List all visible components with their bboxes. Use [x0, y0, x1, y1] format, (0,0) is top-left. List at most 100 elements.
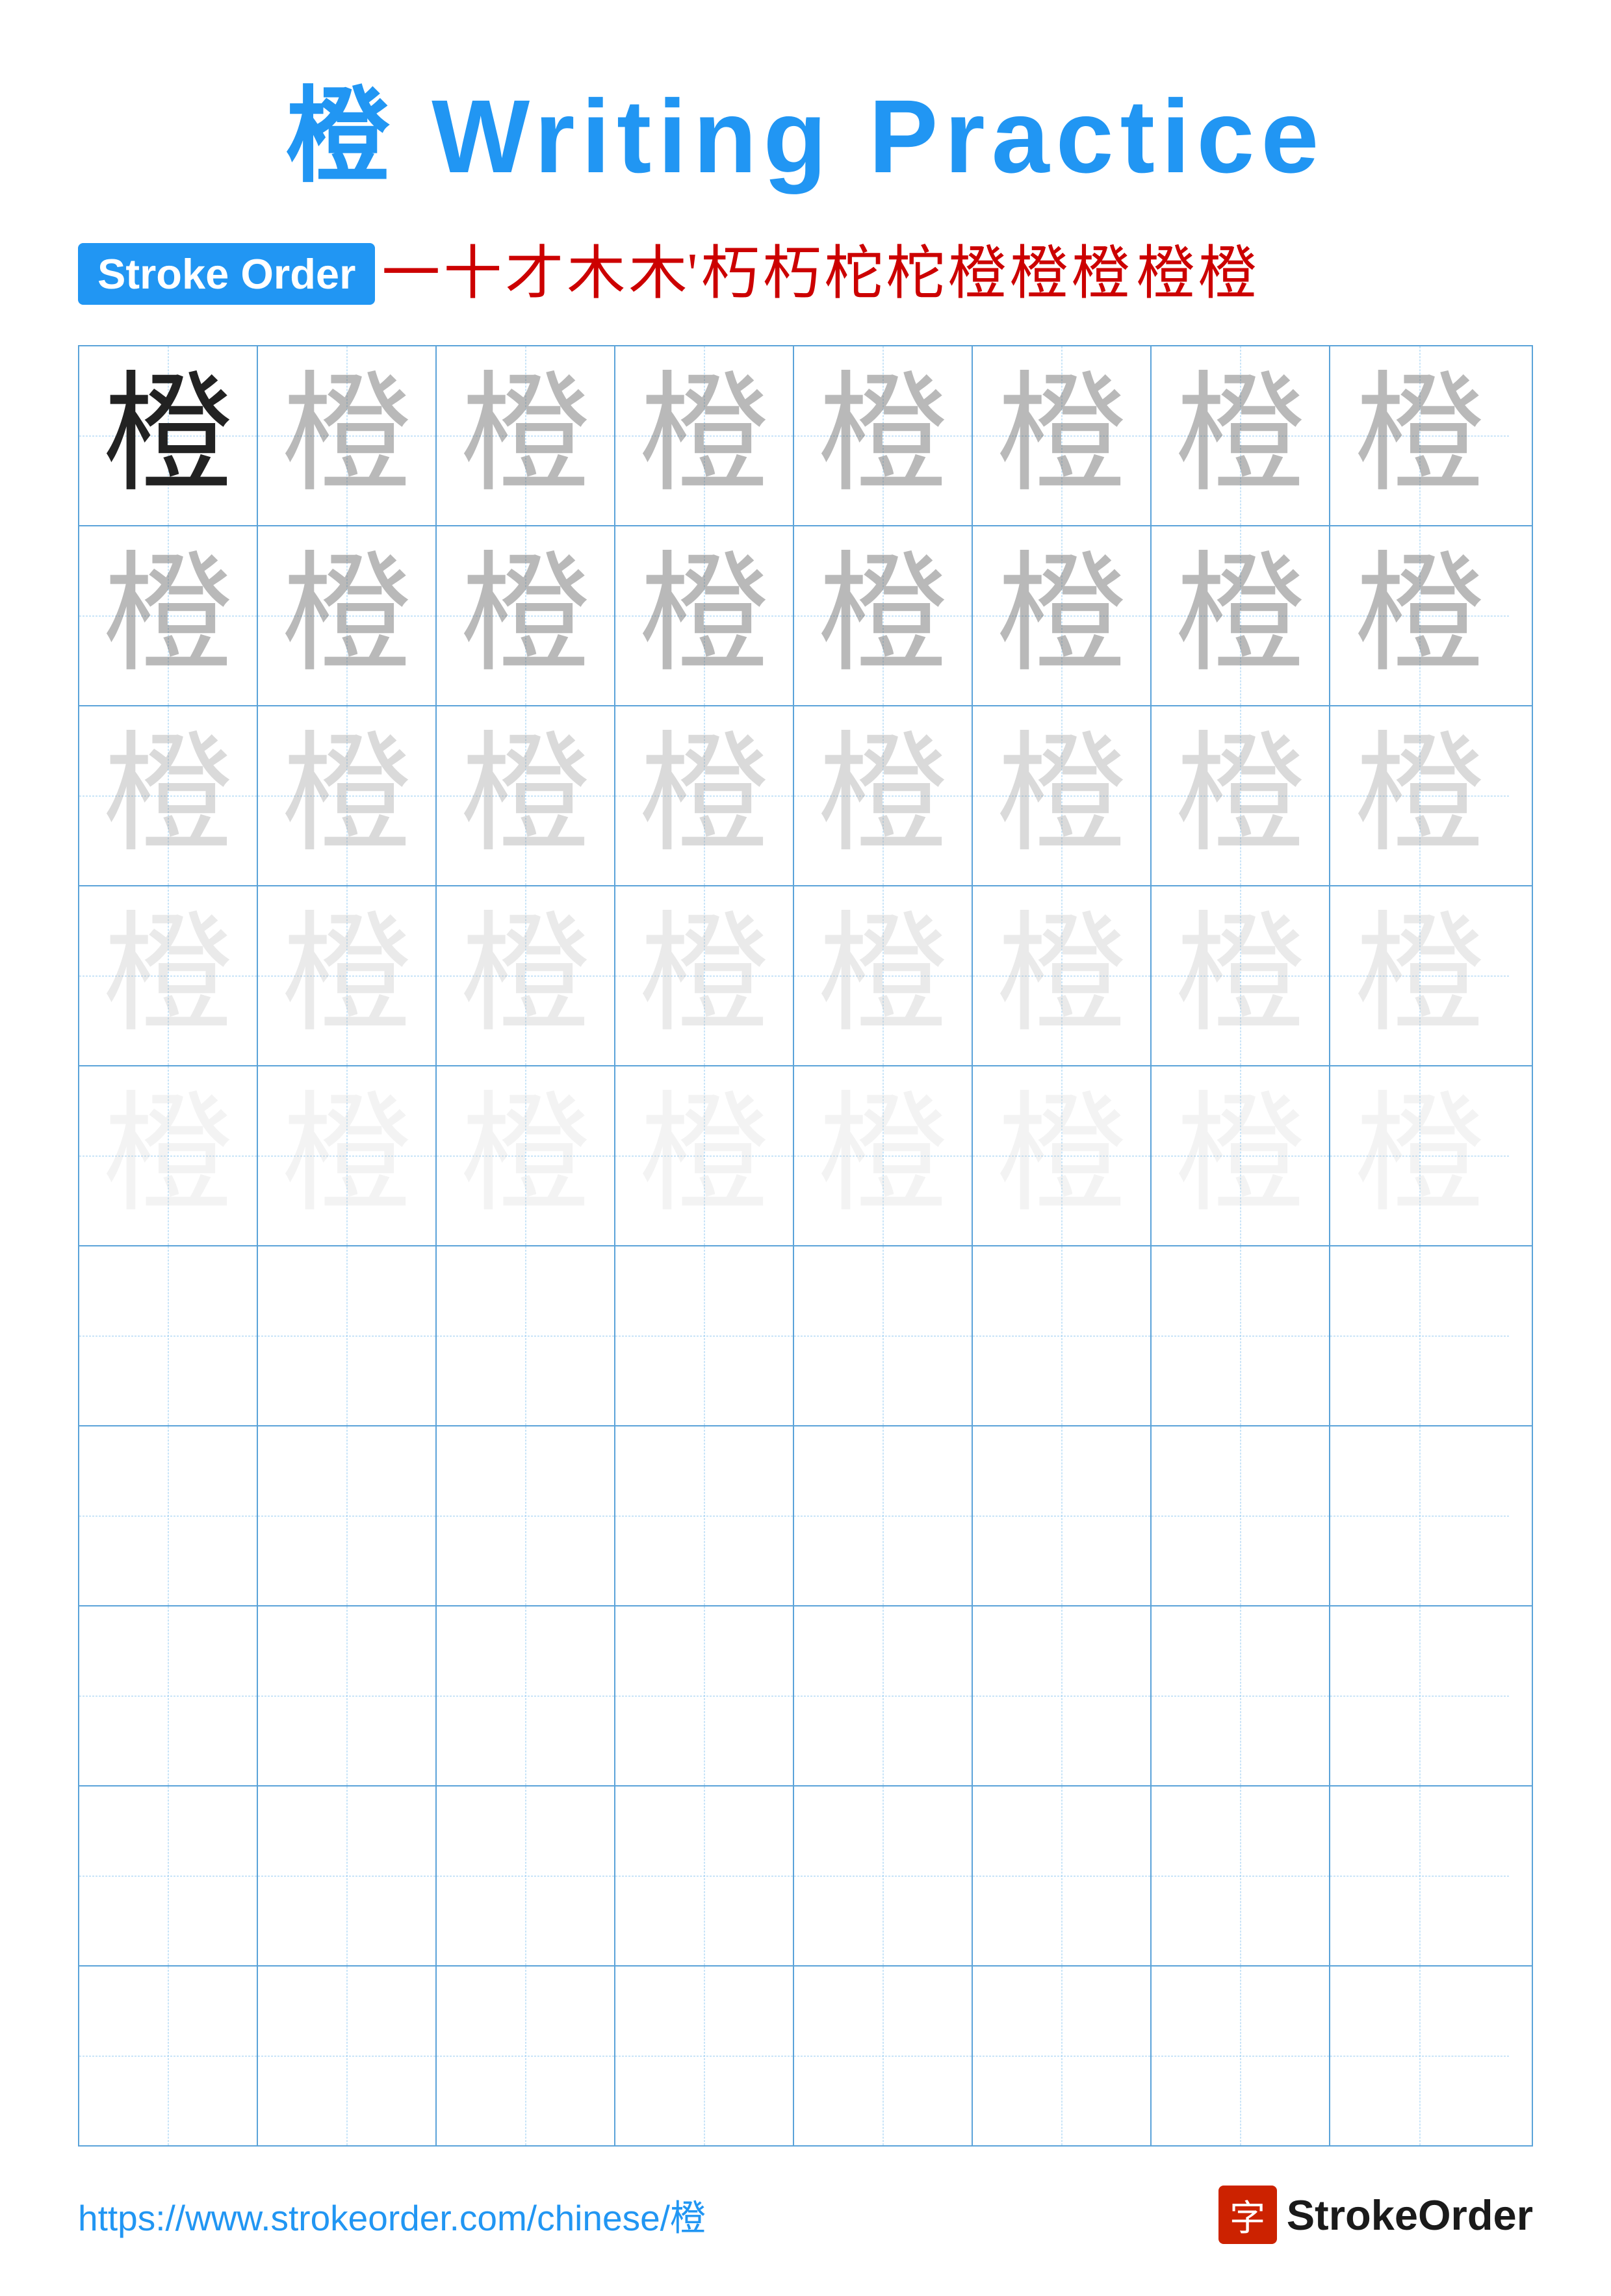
grid-cell-1-7[interactable]: 橙 — [1152, 346, 1330, 525]
grid-cell-8-7[interactable] — [1152, 1606, 1330, 1785]
grid-cell-5-1[interactable]: 橙 — [79, 1066, 258, 1245]
grid-cell-10-6[interactable] — [973, 1967, 1152, 2145]
grid-cell-3-7[interactable]: 橙 — [1152, 706, 1330, 885]
footer: https://www.strokeorder.com/chinese/橙 字 … — [78, 2147, 1533, 2244]
grid-cell-4-1[interactable]: 橙 — [79, 886, 258, 1065]
grid-cell-7-3[interactable] — [437, 1426, 615, 1605]
practice-char: 橙 — [639, 731, 769, 861]
grid-cell-6-2[interactable] — [258, 1246, 437, 1425]
grid-cell-8-2[interactable] — [258, 1606, 437, 1785]
grid-cell-8-6[interactable] — [973, 1606, 1152, 1785]
grid-cell-5-6[interactable]: 橙 — [973, 1066, 1152, 1245]
grid-cell-3-5[interactable]: 橙 — [794, 706, 973, 885]
grid-cell-5-3[interactable]: 橙 — [437, 1066, 615, 1245]
practice-char: 橙 — [1175, 1091, 1305, 1221]
practice-char: 橙 — [639, 551, 769, 681]
grid-cell-5-8[interactable]: 橙 — [1330, 1066, 1509, 1245]
grid-cell-9-1[interactable] — [79, 1786, 258, 1965]
grid-cell-2-3[interactable]: 橙 — [437, 526, 615, 705]
grid-cell-3-6[interactable]: 橙 — [973, 706, 1152, 885]
grid-cell-3-2[interactable]: 橙 — [258, 706, 437, 885]
grid-cell-10-2[interactable] — [258, 1967, 437, 2145]
grid-cell-1-1[interactable]: 橙 — [79, 346, 258, 525]
grid-cell-4-4[interactable]: 橙 — [615, 886, 794, 1065]
stroke-12: 橙 — [1072, 242, 1130, 306]
grid-cell-3-3[interactable]: 橙 — [437, 706, 615, 885]
grid-cell-4-3[interactable]: 橙 — [437, 886, 615, 1065]
grid-cell-8-8[interactable] — [1330, 1606, 1509, 1785]
grid-cell-8-3[interactable] — [437, 1606, 615, 1785]
grid-cell-4-7[interactable]: 橙 — [1152, 886, 1330, 1065]
grid-row-7 — [79, 1426, 1532, 1606]
grid-cell-10-3[interactable] — [437, 1967, 615, 2145]
grid-cell-10-5[interactable] — [794, 1967, 973, 2145]
grid-cell-1-5[interactable]: 橙 — [794, 346, 973, 525]
grid-cell-1-6[interactable]: 橙 — [973, 346, 1152, 525]
practice-char: 橙 — [281, 731, 411, 861]
grid-cell-4-5[interactable]: 橙 — [794, 886, 973, 1065]
stroke-1: 一 — [381, 242, 440, 306]
grid-cell-9-4[interactable] — [615, 1786, 794, 1965]
stroke-6: 朽 — [701, 242, 760, 306]
grid-cell-6-3[interactable] — [437, 1246, 615, 1425]
grid-cell-4-2[interactable]: 橙 — [258, 886, 437, 1065]
grid-cell-4-8[interactable]: 橙 — [1330, 886, 1509, 1065]
grid-cell-2-6[interactable]: 橙 — [973, 526, 1152, 705]
grid-cell-9-5[interactable] — [794, 1786, 973, 1965]
grid-cell-9-6[interactable] — [973, 1786, 1152, 1965]
grid-cell-9-2[interactable] — [258, 1786, 437, 1965]
grid-cell-6-8[interactable] — [1330, 1246, 1509, 1425]
grid-cell-2-1[interactable]: 橙 — [79, 526, 258, 705]
grid-cell-5-2[interactable]: 橙 — [258, 1066, 437, 1245]
grid-cell-2-4[interactable]: 橙 — [615, 526, 794, 705]
grid-cell-10-1[interactable] — [79, 1967, 258, 2145]
grid-cell-3-1[interactable]: 橙 — [79, 706, 258, 885]
grid-cell-9-8[interactable] — [1330, 1786, 1509, 1965]
stroke-2: 十 — [443, 242, 502, 306]
grid-cell-10-4[interactable] — [615, 1967, 794, 2145]
grid-cell-6-5[interactable] — [794, 1246, 973, 1425]
grid-cell-5-5[interactable]: 橙 — [794, 1066, 973, 1245]
grid-row-2: 橙 橙 橙 橙 橙 橙 橙 橙 — [79, 526, 1532, 706]
grid-cell-8-1[interactable] — [79, 1606, 258, 1785]
grid-cell-5-7[interactable]: 橙 — [1152, 1066, 1330, 1245]
grid-cell-10-7[interactable] — [1152, 1967, 1330, 2145]
practice-char: 橙 — [103, 911, 233, 1041]
practice-char: 橙 — [639, 371, 769, 501]
practice-char: 橙 — [818, 911, 947, 1041]
grid-cell-6-4[interactable] — [615, 1246, 794, 1425]
practice-char: 橙 — [460, 551, 590, 681]
grid-cell-7-6[interactable] — [973, 1426, 1152, 1605]
grid-row-9 — [79, 1786, 1532, 1967]
grid-cell-7-8[interactable] — [1330, 1426, 1509, 1605]
grid-cell-6-1[interactable] — [79, 1246, 258, 1425]
grid-cell-5-4[interactable]: 橙 — [615, 1066, 794, 1245]
grid-cell-7-1[interactable] — [79, 1426, 258, 1605]
stroke-order-label: Stroke Order — [78, 243, 375, 305]
grid-cell-2-8[interactable]: 橙 — [1330, 526, 1509, 705]
grid-cell-9-3[interactable] — [437, 1786, 615, 1965]
grid-cell-9-7[interactable] — [1152, 1786, 1330, 1965]
grid-cell-7-7[interactable] — [1152, 1426, 1330, 1605]
grid-cell-2-2[interactable]: 橙 — [258, 526, 437, 705]
grid-cell-6-7[interactable] — [1152, 1246, 1330, 1425]
grid-row-4: 橙 橙 橙 橙 橙 橙 橙 橙 — [79, 886, 1532, 1066]
grid-cell-10-8[interactable] — [1330, 1967, 1509, 2145]
grid-cell-6-6[interactable] — [973, 1246, 1152, 1425]
grid-cell-1-4[interactable]: 橙 — [615, 346, 794, 525]
grid-cell-7-5[interactable] — [794, 1426, 973, 1605]
grid-cell-1-3[interactable]: 橙 — [437, 346, 615, 525]
grid-cell-1-2[interactable]: 橙 — [258, 346, 437, 525]
page-title: 橙 Writing Practice — [286, 52, 1326, 203]
grid-cell-1-8[interactable]: 橙 — [1330, 346, 1509, 525]
grid-cell-3-4[interactable]: 橙 — [615, 706, 794, 885]
grid-cell-2-7[interactable]: 橙 — [1152, 526, 1330, 705]
grid-cell-4-6[interactable]: 橙 — [973, 886, 1152, 1065]
grid-cell-3-8[interactable]: 橙 — [1330, 706, 1509, 885]
grid-cell-7-4[interactable] — [615, 1426, 794, 1605]
grid-cell-2-5[interactable]: 橙 — [794, 526, 973, 705]
grid-cell-8-5[interactable] — [794, 1606, 973, 1785]
stroke-13: 橙 — [1137, 242, 1195, 306]
grid-cell-8-4[interactable] — [615, 1606, 794, 1785]
grid-cell-7-2[interactable] — [258, 1426, 437, 1605]
